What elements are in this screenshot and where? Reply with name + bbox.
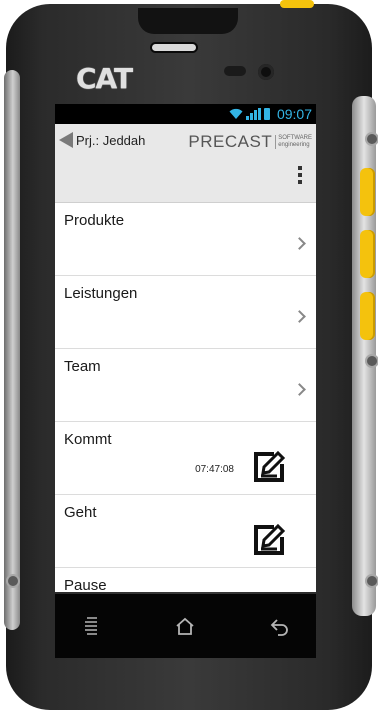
screw xyxy=(6,574,20,588)
volume-up-button[interactable] xyxy=(360,168,375,216)
edit-note-icon[interactable] xyxy=(252,450,286,484)
navigation-bar xyxy=(55,594,316,658)
home-icon[interactable] xyxy=(173,614,197,638)
camera-button[interactable] xyxy=(360,292,375,340)
status-time: 09:07 xyxy=(276,106,312,122)
screw xyxy=(365,132,378,146)
project-label: Prj.: Jeddah xyxy=(76,132,146,148)
back-button[interactable]: Prj.: Jeddah xyxy=(59,132,145,148)
list-item-pause: Pause xyxy=(55,568,316,592)
logo-main-text: PRECAST xyxy=(188,132,273,151)
status-bar: 09:07 xyxy=(55,104,316,124)
proximity-sensor xyxy=(224,66,246,76)
earpiece-speaker xyxy=(152,44,196,51)
list-item-leistungen[interactable]: Leistungen xyxy=(55,276,316,349)
screw xyxy=(365,354,378,368)
list-item-kommt: Kommt 07:47:08 xyxy=(55,422,316,495)
screen: 09:07 Prj.: Jeddah PRECAST SOFTWARE engi… xyxy=(55,104,316,592)
logo-sub-line2: engineering xyxy=(278,142,310,148)
list-item-label: Geht xyxy=(64,504,97,521)
front-camera xyxy=(258,64,274,80)
list-item-label: Pause xyxy=(64,577,107,592)
chevron-right-icon xyxy=(293,310,306,323)
logo-sub-text: SOFTWARE engineering xyxy=(275,135,312,149)
list-item-produkte[interactable]: Produkte xyxy=(55,203,316,276)
list-item-label: Kommt xyxy=(64,431,112,448)
chevron-right-icon xyxy=(293,237,306,250)
wifi-icon xyxy=(229,108,243,119)
brand-logo: CAT xyxy=(76,62,133,95)
edit-note-icon[interactable] xyxy=(252,523,286,557)
volume-down-button[interactable] xyxy=(360,230,375,278)
list-item-label: Produkte xyxy=(64,212,125,229)
left-side-rail xyxy=(4,70,20,630)
overflow-menu-icon[interactable] xyxy=(298,166,302,184)
list-item-label: Leistungen xyxy=(64,285,138,302)
back-arrow-icon xyxy=(59,132,73,148)
logo-sub-line1: SOFTWARE xyxy=(278,135,312,141)
kommt-time: 07:47:08 xyxy=(195,464,234,475)
battery-icon xyxy=(263,108,270,120)
chevron-right-icon xyxy=(293,383,306,396)
list-item-label: Team xyxy=(64,358,101,375)
app-bar: Prj.: Jeddah PRECAST SOFTWARE engineerin… xyxy=(55,124,316,203)
list-item-geht: Geht xyxy=(55,495,316,568)
back-icon[interactable] xyxy=(267,614,291,638)
screw xyxy=(365,574,378,588)
top-notch xyxy=(138,8,238,34)
signal-icon xyxy=(245,108,261,120)
menu-icon[interactable] xyxy=(79,614,103,638)
list-item-team[interactable]: Team xyxy=(55,349,316,422)
precast-logo: PRECAST SOFTWARE engineering xyxy=(188,132,312,152)
top-yellow-tab xyxy=(280,0,314,8)
